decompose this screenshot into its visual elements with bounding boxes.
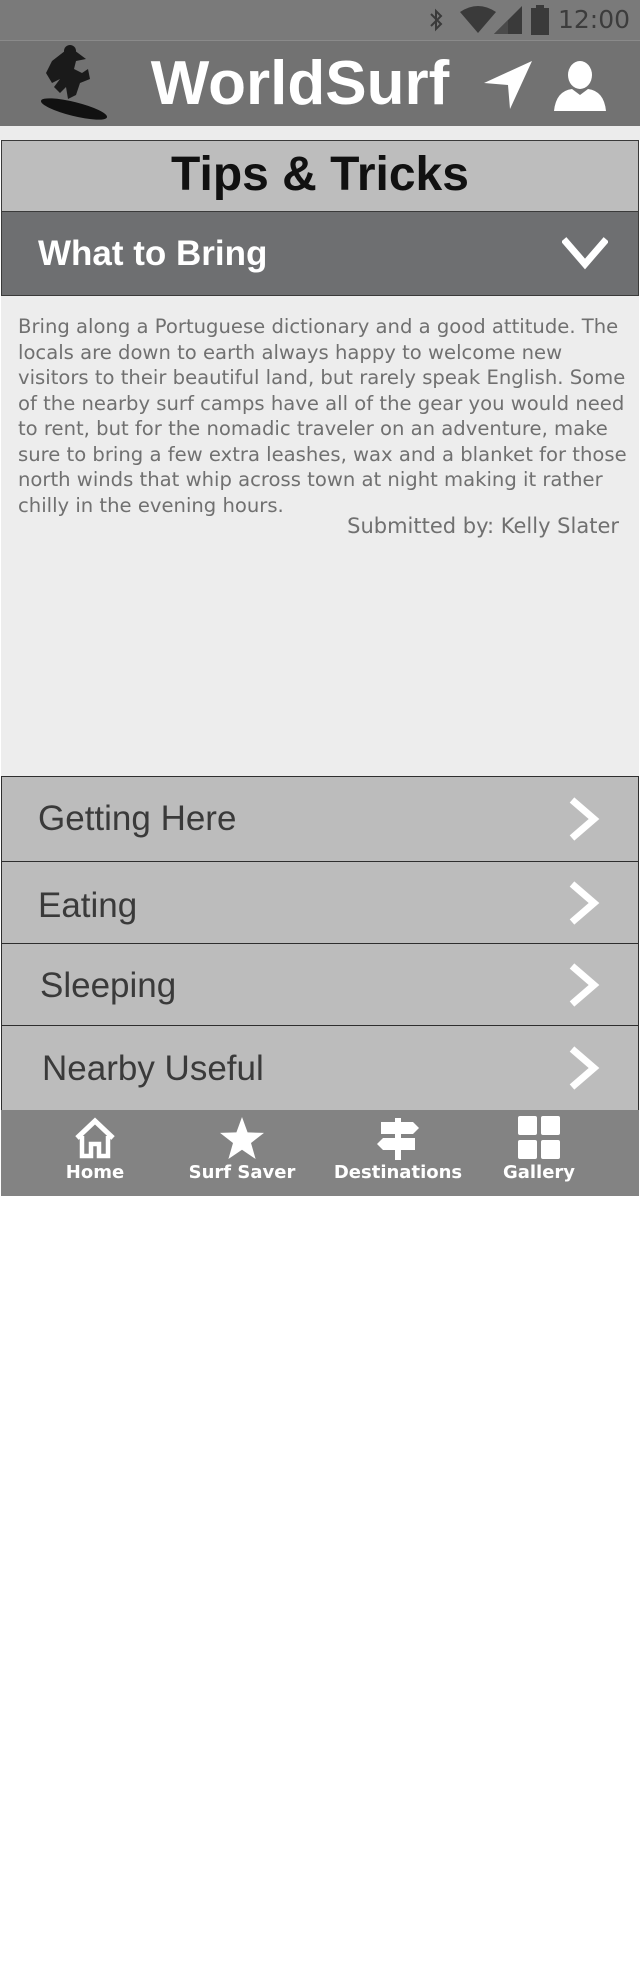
chevron-down-icon [562,237,608,270]
header-gap [0,126,640,140]
submitted-by: Submitted by: Kelly Slater [347,514,619,538]
chevron-right-icon [569,797,600,841]
tab-destinations[interactable]: Destinations [331,1110,465,1196]
accordion-content: Bring along a Portuguese dictionary and … [1,296,639,776]
wifi-icon [460,0,496,40]
chevron-right-icon [569,1046,600,1090]
tab-label: Gallery [502,1162,576,1183]
list-item-getting-here[interactable]: Getting Here [1,776,639,862]
chevron-right-icon [569,963,600,1007]
section-title: Tips & Tricks [1,140,639,212]
list-item-label: Sleeping [40,966,177,1005]
list-item-nearby-useful[interactable]: Nearby Useful [1,1025,639,1111]
star-icon [220,1117,264,1159]
tip-body-text: Bring along a Portuguese dictionary and … [18,315,627,517]
home-icon [75,1117,115,1159]
chevron-right-icon [569,881,600,925]
bottom-tab-bar: Home Surf Saver Destinations Gallery [1,1110,639,1196]
grid-icon [518,1116,560,1159]
list-item-label: Eating [38,886,138,925]
status-time: 12:00 [557,5,630,34]
bluetooth-icon [428,0,444,40]
list-item-sleeping[interactable]: Sleeping [1,943,639,1026]
status-bar: 12:00 [0,0,640,40]
tab-label: Home [65,1162,125,1183]
tab-surf-saver[interactable]: Surf Saver [181,1110,303,1196]
list-item-label: Nearby Useful [42,1049,264,1088]
tab-label: Surf Saver [188,1162,296,1183]
tab-home[interactable]: Home [45,1110,145,1196]
battery-icon [530,0,550,40]
list-item-eating[interactable]: Eating [1,861,639,944]
tab-label: Destinations [333,1162,463,1183]
signal-icon [494,0,522,40]
user-profile-icon[interactable] [554,59,606,111]
list-item-label: Getting Here [38,799,237,838]
accordion-header-what-to-bring[interactable]: What to Bring [1,212,639,296]
signpost-icon [377,1118,419,1160]
app-bar: WorldSurf [0,40,640,126]
app-screen: 12:00 WorldSurf Tips & Tricks What to Br… [0,0,640,1196]
accordion-title: What to Bring [38,234,268,273]
location-arrow-icon[interactable] [482,59,534,111]
tab-gallery[interactable]: Gallery [487,1110,591,1196]
